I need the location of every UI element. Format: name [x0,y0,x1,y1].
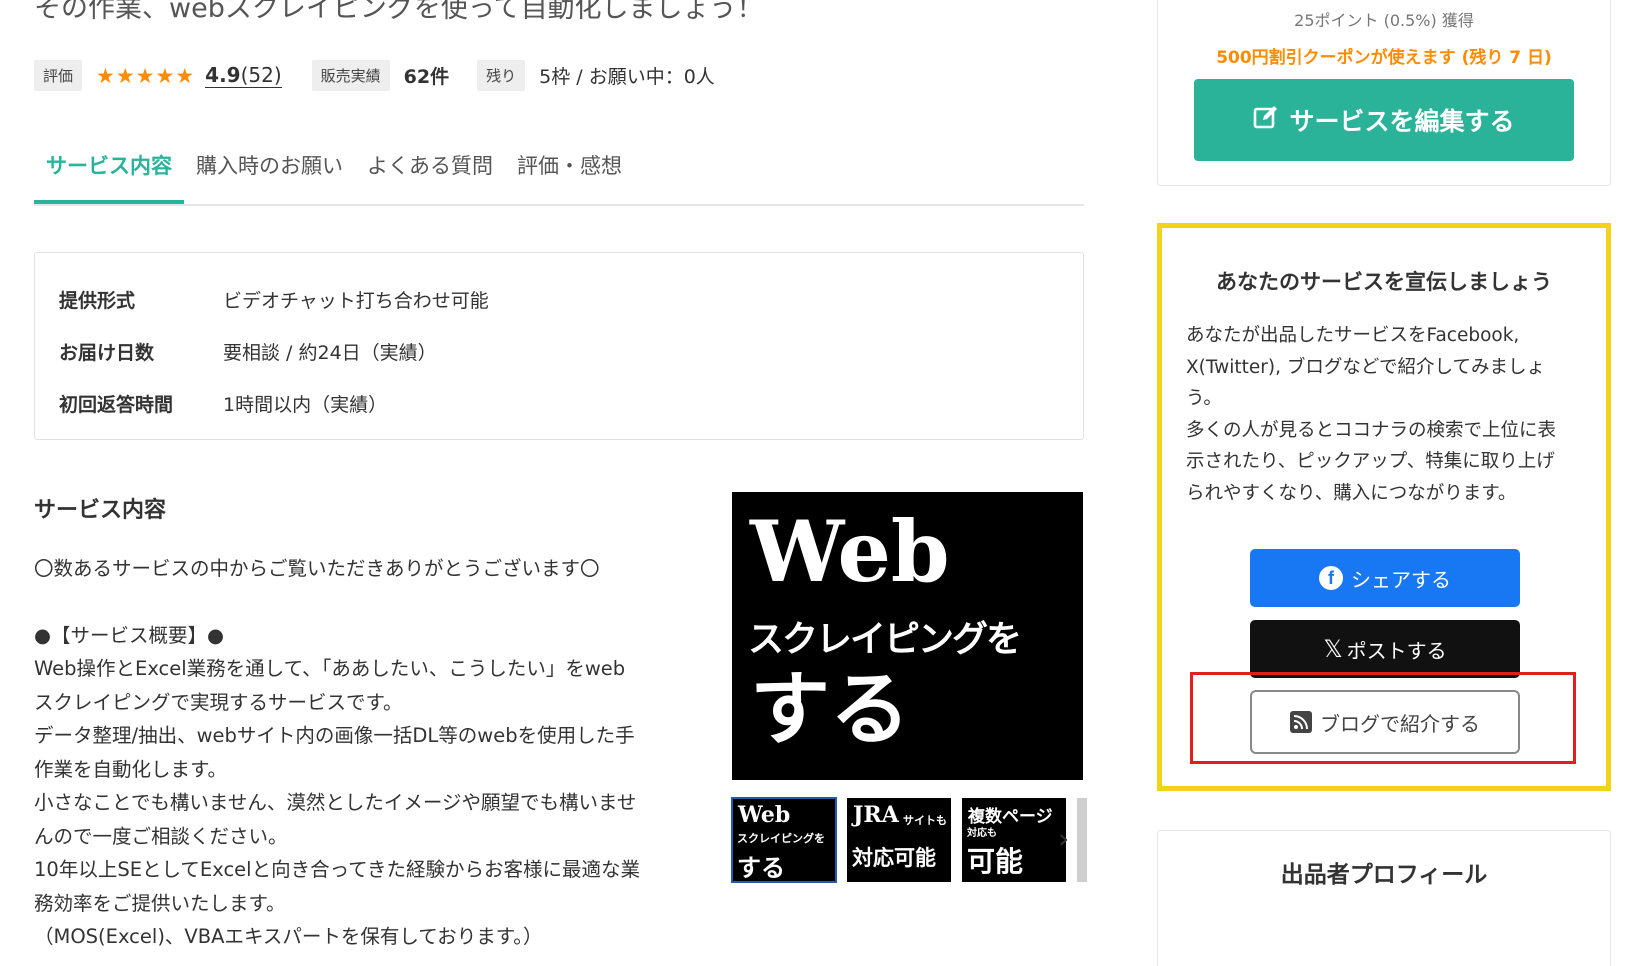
thumbnail-text: Web [738,802,791,828]
promote-line: X(Twitter), ブログなどで紹介してみましょ [1186,356,1545,378]
service-tabs: サービス内容 購入時のお願い よくある質問 評価・感想 [34,136,1084,206]
hero-text-suru: する [750,663,910,756]
chevron-right-icon[interactable]: › [1058,822,1069,855]
points-text: 25ポイント (0.5%) 獲得 [1294,11,1474,30]
thumbnail-3[interactable]: 複数ページ 対応も 可能 [962,798,1066,882]
thumbnail-2[interactable]: JRA サイトも 対応可能 [847,798,951,882]
blog-share-button[interactable]: ブログで紹介する [1250,690,1520,754]
spec-row: 初回返答時間 1時間以内（実績） [59,377,1083,429]
thumbnail-strip: Web スクレイピングを する JRA サイトも 対応可能 複数ページ 対応も … [731,797,1087,883]
edit-service-button[interactable]: サービスを編集する [1194,79,1574,161]
thumbnail-text: 対応も [967,828,997,839]
spec-table: 提供形式 ビデオチャット打ち合わせ可能 お届け日数 要相談 / 約24日（実績）… [34,252,1084,440]
sales-tag: 販売実績 [311,60,390,91]
promote-line: 示されたり、ピックアップ、特集に取り上げ [1186,451,1555,472]
remaining-value: 5枠 / お願い中：0人 [539,66,715,88]
rss-icon [1290,711,1312,733]
star-rating-icon: ★★★★★ [96,63,196,88]
promote-description: あなたが出品したサービスをFacebook, X(Twitter), ブログなど… [1186,320,1586,509]
description-line: 〇数あるサービスの中からご覧いただきありがとうございます〇 [34,557,600,580]
description-line [34,586,694,619]
thumbnail-text: 可能 [967,845,1024,878]
description-line: 務効率をご提供いたします。 [34,891,286,915]
promote-line: 多くの人が見るとココナラの検索で上位に表 [1186,419,1557,441]
promote-line: う。 [1186,388,1222,409]
description-line: 10年以上SEとしてExcelと向き合ってきた経験からお客様に最適な業 [34,858,641,881]
rating-value[interactable]: 4.9 [205,63,241,88]
description-line: んので一度ご相談ください。 [34,824,288,848]
thumbnail-text: 対応可能 [852,846,936,870]
description-title: サービス内容 [34,498,167,523]
blog-share-label: ブログで紹介する [1320,711,1480,736]
seller-profile-title: 出品者プロフィール [1280,862,1488,888]
rating-count[interactable]: (52) [240,63,282,88]
spec-row: 提供形式 ビデオチャット打ち合わせ可能 [59,273,1083,325]
purchase-box: 25ポイント (0.5%) 獲得 500円割引クーポンが使えます (残り 7 日… [1157,0,1611,186]
spec-value: ビデオチャット打ち合わせ可能 [223,289,489,312]
spec-value: 1時間以内（実績） [223,393,388,416]
tab-faq[interactable]: よくある質問 [355,136,505,204]
description-line: データ整理/抽出、webサイト内の画像一括DL等のwebを使用した手 [34,724,635,747]
description-line: 作業を自動化します。 [34,757,228,781]
tab-service-content[interactable]: サービス内容 [34,136,184,204]
sales-value: 62件 [403,66,450,88]
thumbnail-1[interactable]: Web スクレイピングを する [731,797,837,883]
spec-key: 初回返答時間 [59,393,174,416]
remaining-tag: 残り [477,60,526,91]
description-body: 〇数あるサービスの中からご覧いただきありがとうございます〇 ●【サービス概要】●… [34,552,694,954]
facebook-share-button[interactable]: f シェアする [1250,549,1520,607]
spec-row: お届け日数 要相談 / 約24日（実績） [59,325,1083,377]
description-line: （MOS(Excel)、VBAエキスパートを保有しております。） [34,925,543,948]
promote-line: あなたが出品したサービスをFacebook, [1186,325,1520,346]
seller-profile-box: 出品者プロフィール [1157,830,1611,966]
service-main-image[interactable]: Web スクレイピングを する [732,492,1083,780]
thumbnail-text: する [737,854,785,882]
tab-reviews[interactable]: 評価・感想 [505,136,634,204]
x-post-button[interactable]: 𝕏 ポストする [1250,620,1520,678]
hero-text-web: Web [750,502,950,601]
description-line: ●【サービス概要】● [34,623,225,647]
spec-key: お届け日数 [59,341,155,364]
thumbnail-text: JRA [853,802,899,828]
promote-title: あなたのサービスを宣伝しましょう [1216,270,1552,294]
spec-key: 提供形式 [59,289,136,312]
description-line: スクレイピングで実現するサービスです。 [34,690,403,714]
service-meta: 評価 ★★★★★ 4.9 (52) 販売実績 62件 残り 5枠 / お願い中：… [34,60,743,91]
promote-service-box: あなたのサービスを宣伝しましょう あなたが出品したサービスをFacebook, … [1157,223,1611,791]
description-line: 小さなことでも構いません、漠然としたイメージや願望でも構いませ [34,791,637,814]
rating-tag: 評価 [34,60,83,91]
tab-purchase-request[interactable]: 購入時のお願い [184,136,355,204]
hero-text-scraping: スクレイピングを [748,619,1022,660]
thumbnail-text: サイトも [903,814,947,827]
promote-line: られやすくなり、購入につながります。 [1186,482,1517,504]
thumbnail-text: スクレイピングを [737,832,825,845]
x-post-label: ポストする [1346,638,1447,663]
x-logo-icon: 𝕏 [1323,635,1343,663]
spec-value: 要相談 / 約24日（実績） [223,341,437,364]
edit-service-label: サービスを編集する [1289,107,1515,136]
coupon-text[interactable]: 500円割引クーポンが使えます (残り 7 日) [1158,43,1610,68]
service-title: その作業、webスクレイピングを使って自動化しましょう！ [34,0,764,24]
description-line: Web操作とExcel業務を通して、「ああしたい、こうしたい」をweb [34,657,626,680]
facebook-icon: f [1319,566,1343,590]
facebook-share-label: シェアする [1351,567,1451,592]
pencil-square-icon [1253,104,1279,137]
thumbnail-4-partial[interactable] [1077,798,1087,882]
